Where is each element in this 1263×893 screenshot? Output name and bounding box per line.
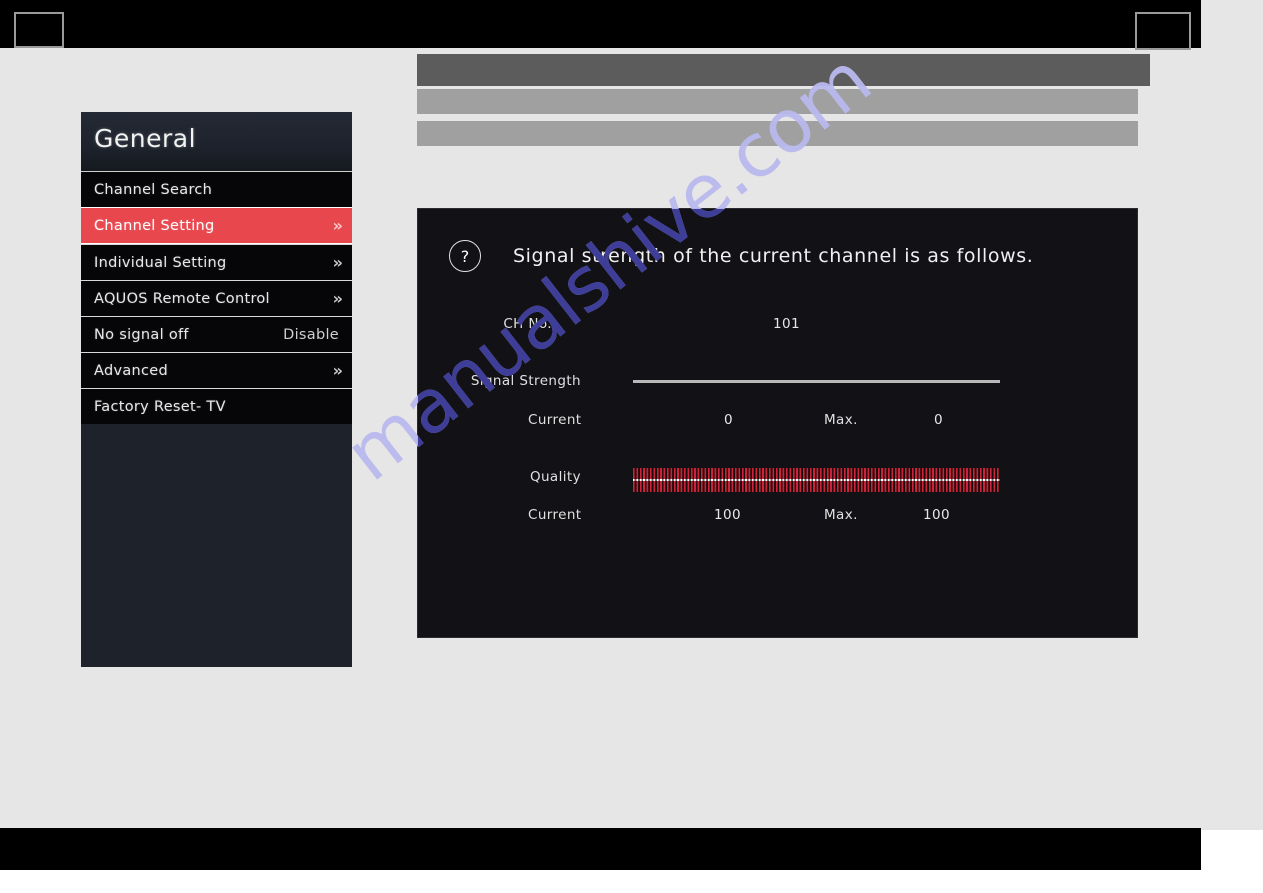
- signal-strength-max-label: Max.: [824, 412, 858, 428]
- sidebar-item-label: No signal off: [94, 326, 189, 343]
- chevron-right-icon: »: [332, 288, 343, 308]
- quality-current-value: 100: [714, 507, 741, 523]
- placeholder-bar-1: [417, 54, 1150, 86]
- question-mark-icon: ?: [449, 240, 481, 272]
- general-settings-sidebar: General Channel Search Channel Setting »…: [81, 112, 352, 667]
- channel-number-label: CH No.: [503, 316, 552, 332]
- signal-strength-current-label: Current: [528, 412, 582, 428]
- chevron-right-icon: »: [332, 252, 343, 272]
- sidebar-item-label: Factory Reset- TV: [94, 398, 226, 415]
- sidebar-item-label: Individual Setting: [94, 254, 227, 271]
- quality-max-value: 100: [923, 507, 950, 523]
- dialog-title: Signal strength of the current channel i…: [513, 245, 1034, 267]
- quality-label: Quality: [529, 469, 581, 485]
- quality-current-label: Current: [528, 507, 582, 523]
- sidebar-item-label: AQUOS Remote Control: [94, 290, 270, 307]
- page-root: General Channel Search Channel Setting »…: [0, 0, 1263, 893]
- sidebar-item-label: Channel Search: [94, 181, 213, 198]
- sidebar-item-channel-setting[interactable]: Channel Setting »: [81, 207, 352, 244]
- top-black-band: [0, 0, 1201, 50]
- signal-strength-meter: [633, 380, 1000, 383]
- bottom-black-band: [0, 828, 1201, 870]
- signal-strength-dialog: ? Signal strength of the current channel…: [418, 209, 1137, 637]
- channel-number-value: 101: [773, 316, 800, 332]
- sidebar-item-individual-setting[interactable]: Individual Setting »: [81, 244, 352, 280]
- signal-strength-current-value: 0: [724, 412, 733, 428]
- placeholder-bar-2: [417, 89, 1138, 114]
- sidebar-item-label: Channel Setting: [94, 217, 215, 234]
- sidebar-item-no-signal-off[interactable]: No signal off Disable: [81, 316, 352, 352]
- page-title: General: [94, 124, 197, 153]
- signal-strength-label: Signal Strength: [470, 373, 581, 389]
- quality-meter: [633, 468, 1000, 492]
- sidebar-item-value: Disable: [283, 326, 339, 343]
- sidebar-item-channel-search[interactable]: Channel Search: [81, 171, 352, 207]
- header-box-left: [14, 12, 64, 48]
- sidebar-item-factory-reset-tv[interactable]: Factory Reset- TV: [81, 388, 352, 424]
- chevron-right-icon: »: [332, 360, 343, 380]
- placeholder-bar-3: [417, 121, 1138, 146]
- quality-max-label: Max.: [824, 507, 858, 523]
- sidebar-header: General: [81, 112, 352, 171]
- sidebar-empty-space: [81, 424, 352, 667]
- sidebar-menu-list: Channel Search Channel Setting » Individ…: [81, 171, 352, 424]
- sidebar-item-advanced[interactable]: Advanced »: [81, 352, 352, 388]
- header-box-right: [1135, 12, 1191, 50]
- chevron-right-icon: »: [332, 215, 343, 235]
- sidebar-item-aquos-remote-control[interactable]: AQUOS Remote Control »: [81, 280, 352, 316]
- sidebar-item-label: Advanced: [94, 362, 169, 379]
- signal-strength-max-value: 0: [934, 412, 943, 428]
